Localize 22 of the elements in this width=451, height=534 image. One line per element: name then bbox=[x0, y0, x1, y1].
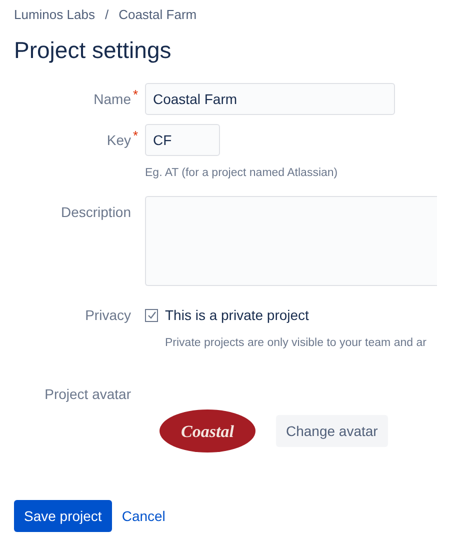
breadcrumb-link[interactable]: Luminos Labs bbox=[14, 5, 95, 24]
checkbox-label: This is a private project bbox=[165, 306, 309, 325]
breadcrumb-link[interactable]: Coastal Farm bbox=[118, 5, 197, 24]
avatar-logo: Coastal bbox=[159, 409, 256, 453]
field-label: Name* bbox=[94, 88, 138, 108]
save-button[interactable]: Save project bbox=[14, 500, 112, 532]
cancel-link[interactable]: Cancel bbox=[122, 506, 166, 526]
field-hint: Private projects are only visible to your team and ar bbox=[165, 336, 426, 351]
field-label: Privacy bbox=[85, 306, 131, 325]
text-field[interactable]: Coastal Farm bbox=[145, 82, 395, 114]
checkbox[interactable] bbox=[145, 308, 158, 322]
text-field[interactable]: CF bbox=[145, 124, 220, 156]
field-label: Key* bbox=[106, 130, 138, 150]
page-title: Project settings bbox=[14, 36, 172, 64]
required-mark: * bbox=[132, 126, 138, 144]
field-hint: Eg. AT (for a project named Atlassian) bbox=[145, 166, 338, 180]
field-label: Project avatar bbox=[44, 385, 131, 404]
description-field[interactable] bbox=[145, 196, 437, 286]
required-mark: * bbox=[132, 86, 138, 104]
field-label: Description bbox=[60, 202, 131, 222]
breadcrumb-separator: / bbox=[104, 6, 109, 24]
change-avatar-button[interactable]: Change avatar bbox=[276, 415, 388, 447]
